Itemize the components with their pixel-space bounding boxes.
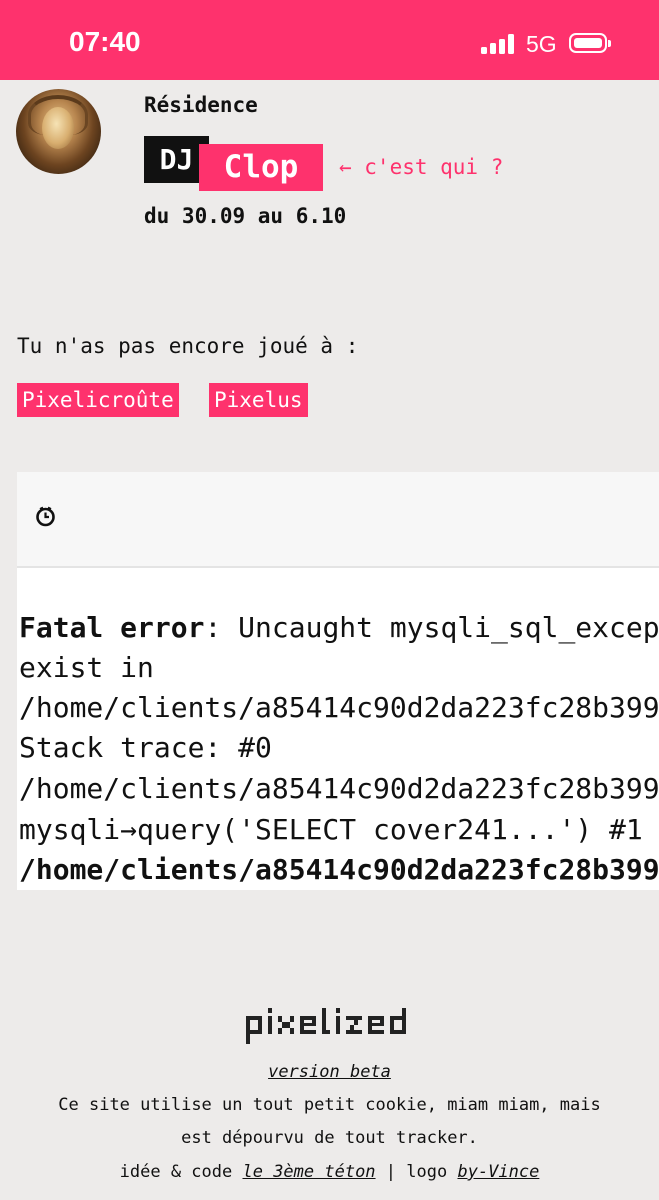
credits-separator: | logo — [385, 1162, 448, 1182]
logo-author-link[interactable]: by-Vince — [457, 1162, 539, 1182]
status-bar: 07:40 5G — [0, 0, 659, 80]
dj-avatar[interactable] — [16, 89, 101, 174]
network-label: 5G — [526, 31, 557, 57]
error-line: /home/clients/a85414c90d2da223fc28b399c4… — [19, 772, 659, 805]
version-link[interactable]: version beta — [0, 1062, 659, 1082]
clock-icon — [36, 506, 55, 527]
error-line: Fatal error: Uncaught mysqli_sql_excepti… — [19, 611, 659, 644]
error-line: /home/clients/a85414c90d2da223fc28b399c4… — [19, 691, 659, 724]
who-is-it-link[interactable]: ← c'est qui ? — [339, 155, 503, 179]
card-header — [17, 472, 659, 568]
game-tag-pixelicroute[interactable]: Pixelicroûte — [17, 383, 179, 417]
error-line: /home/clients/a85414c90d2da223fc28b399c4… — [19, 853, 659, 886]
error-line: mysqli→query('SELECT cover241...') #1 — [19, 813, 643, 846]
signal-icon — [481, 34, 515, 54]
status-time: 07:40 — [69, 26, 141, 57]
battery-icon — [569, 33, 611, 53]
credits-line: idée & code le 3ème téton | logo by-Vinc… — [0, 1162, 659, 1182]
game-tag-pixelus[interactable]: Pixelus — [209, 383, 308, 417]
residence-dates: du 30.09 au 6.10 — [144, 204, 347, 228]
error-line: Stack trace: #0 — [19, 731, 272, 764]
error-line: exist in — [19, 651, 154, 684]
svg-text:pixelized: pixelized — [244, 1006, 250, 1007]
not-played-prompt: Tu n'as pas encore joué à : — [17, 334, 359, 358]
cookie-notice-line-2: est dépourvu de tout tracker. — [181, 1128, 478, 1148]
pixelized-logo[interactable]: pixelized — [244, 1006, 414, 1046]
credits-author-link[interactable]: le 3ème téton — [242, 1162, 375, 1182]
dj-name-badge: Clop — [199, 144, 323, 191]
error-output: Fatal error: Uncaught mysqli_sql_excepti… — [17, 568, 659, 890]
residence-label: Résidence — [144, 93, 258, 117]
cookie-notice-line-1: Ce site utilise un tout petit cookie, mi… — [58, 1095, 601, 1115]
credits-prefix: idée & code — [119, 1162, 233, 1182]
